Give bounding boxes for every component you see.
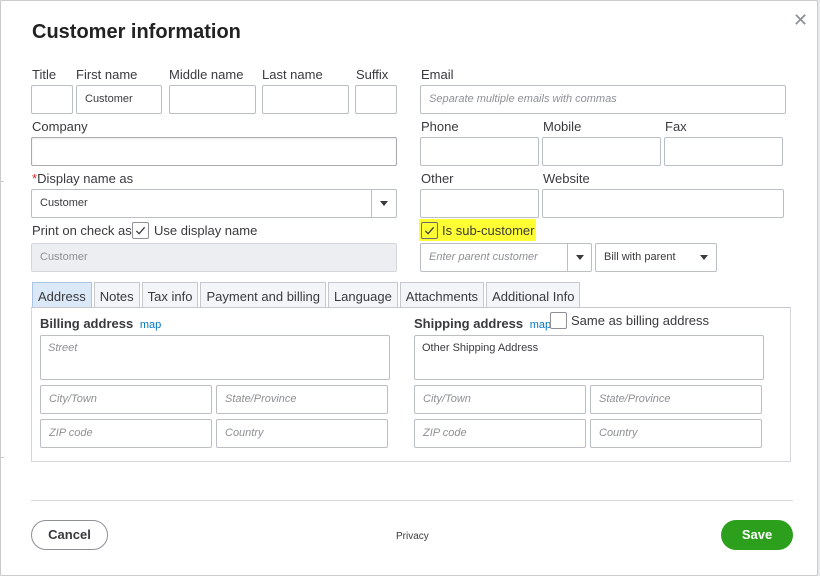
print-on-check-label: Print on check as xyxy=(32,223,132,238)
fax-label: Fax xyxy=(665,119,687,134)
title-field[interactable] xyxy=(31,85,73,114)
cancel-button[interactable]: Cancel xyxy=(31,520,108,550)
use-display-name-checkbox[interactable] xyxy=(132,222,149,239)
other-label: Other xyxy=(421,171,454,186)
other-field[interactable] xyxy=(420,189,539,218)
same-as-billing-label: Same as billing address xyxy=(571,313,710,328)
tab-bar: Address Notes Tax info Payment and billi… xyxy=(32,282,582,308)
company-field[interactable] xyxy=(31,137,397,166)
background-edge-mark xyxy=(1,181,4,182)
parent-customer-placeholder: Enter parent customer xyxy=(429,251,538,263)
middle-name-field[interactable] xyxy=(169,85,256,114)
billing-option-select[interactable]: Bill with parent xyxy=(595,243,717,272)
chevron-down-icon[interactable] xyxy=(371,190,396,217)
mobile-field[interactable] xyxy=(542,137,661,166)
billing-option-value: Bill with parent xyxy=(604,251,676,263)
parent-customer-select[interactable]: Enter parent customer xyxy=(420,243,592,272)
shipping-address-label: Shipping address xyxy=(414,316,524,331)
checkmark-icon xyxy=(424,226,435,235)
shipping-map-link[interactable]: map xyxy=(530,319,551,331)
print-on-check-field: Customer xyxy=(31,243,397,272)
sub-customer-checkbox[interactable] xyxy=(421,222,438,239)
display-name-value: Customer xyxy=(40,197,88,209)
display-name-select[interactable]: Customer xyxy=(31,189,397,218)
last-name-label: Last name xyxy=(262,67,323,82)
dialog-title: Customer information xyxy=(32,21,241,43)
display-name-label: Display name as xyxy=(37,171,134,186)
tab-payment-and-billing[interactable]: Payment and billing xyxy=(200,282,326,308)
tab-additional-info[interactable]: Additional Info xyxy=(486,282,581,308)
tab-tax-info[interactable]: Tax info xyxy=(141,282,199,308)
shipping-street-field[interactable]: Other Shipping Address xyxy=(414,335,764,380)
website-field[interactable] xyxy=(542,189,784,218)
use-display-name-label: Use display name xyxy=(154,223,258,238)
email-field[interactable]: Separate multiple emails with commas xyxy=(420,85,786,114)
billing-zip-field[interactable]: ZIP code xyxy=(40,419,212,448)
phone-field[interactable] xyxy=(420,137,539,166)
middle-name-label: Middle name xyxy=(169,67,244,82)
first-name-field[interactable]: Customer xyxy=(76,85,162,114)
phone-label: Phone xyxy=(421,119,459,134)
billing-address-label: Billing address xyxy=(40,316,134,331)
first-name-label: First name xyxy=(76,67,138,82)
display-name-label-row: *Display name as xyxy=(32,171,133,186)
tab-address[interactable]: Address xyxy=(32,282,92,308)
shipping-state-field[interactable]: State/Province xyxy=(590,385,762,414)
save-button[interactable]: Save xyxy=(721,520,793,550)
website-label: Website xyxy=(543,171,590,186)
tab-notes[interactable]: Notes xyxy=(93,282,140,308)
privacy-link[interactable]: Privacy xyxy=(396,531,429,542)
shipping-country-field[interactable]: Country xyxy=(590,419,762,448)
checkmark-icon xyxy=(135,226,146,235)
title-label: Title xyxy=(32,67,57,82)
company-label: Company xyxy=(32,119,88,134)
billing-city-field[interactable]: City/Town xyxy=(40,385,212,414)
email-label: Email xyxy=(421,67,454,82)
mobile-label: Mobile xyxy=(543,119,582,134)
footer-divider xyxy=(31,500,793,501)
suffix-label: Suffix xyxy=(356,67,389,82)
tab-attachments[interactable]: Attachments xyxy=(399,282,485,308)
fax-field[interactable] xyxy=(664,137,783,166)
shipping-address-label-row: Shipping address map xyxy=(414,316,551,331)
customer-information-dialog: Customer information ✕ Title First name … xyxy=(0,0,818,576)
sub-customer-label: Is sub-customer xyxy=(442,223,535,238)
last-name-field[interactable] xyxy=(262,85,349,114)
shipping-city-field[interactable]: City/Town xyxy=(414,385,586,414)
same-as-billing-checkbox[interactable] xyxy=(550,312,567,329)
chevron-down-icon[interactable] xyxy=(692,244,716,271)
billing-map-link[interactable]: map xyxy=(140,319,161,331)
close-icon[interactable]: ✕ xyxy=(793,10,808,31)
suffix-field[interactable] xyxy=(355,85,397,114)
billing-country-field[interactable]: Country xyxy=(216,419,388,448)
tab-language[interactable]: Language xyxy=(327,282,398,308)
background-edge-mark xyxy=(1,457,4,458)
billing-state-field[interactable]: State/Province xyxy=(216,385,388,414)
chevron-down-icon[interactable] xyxy=(567,244,591,271)
shipping-zip-field[interactable]: ZIP code xyxy=(414,419,586,448)
billing-street-field[interactable]: Street xyxy=(40,335,390,380)
billing-address-label-row: Billing address map xyxy=(40,316,161,331)
